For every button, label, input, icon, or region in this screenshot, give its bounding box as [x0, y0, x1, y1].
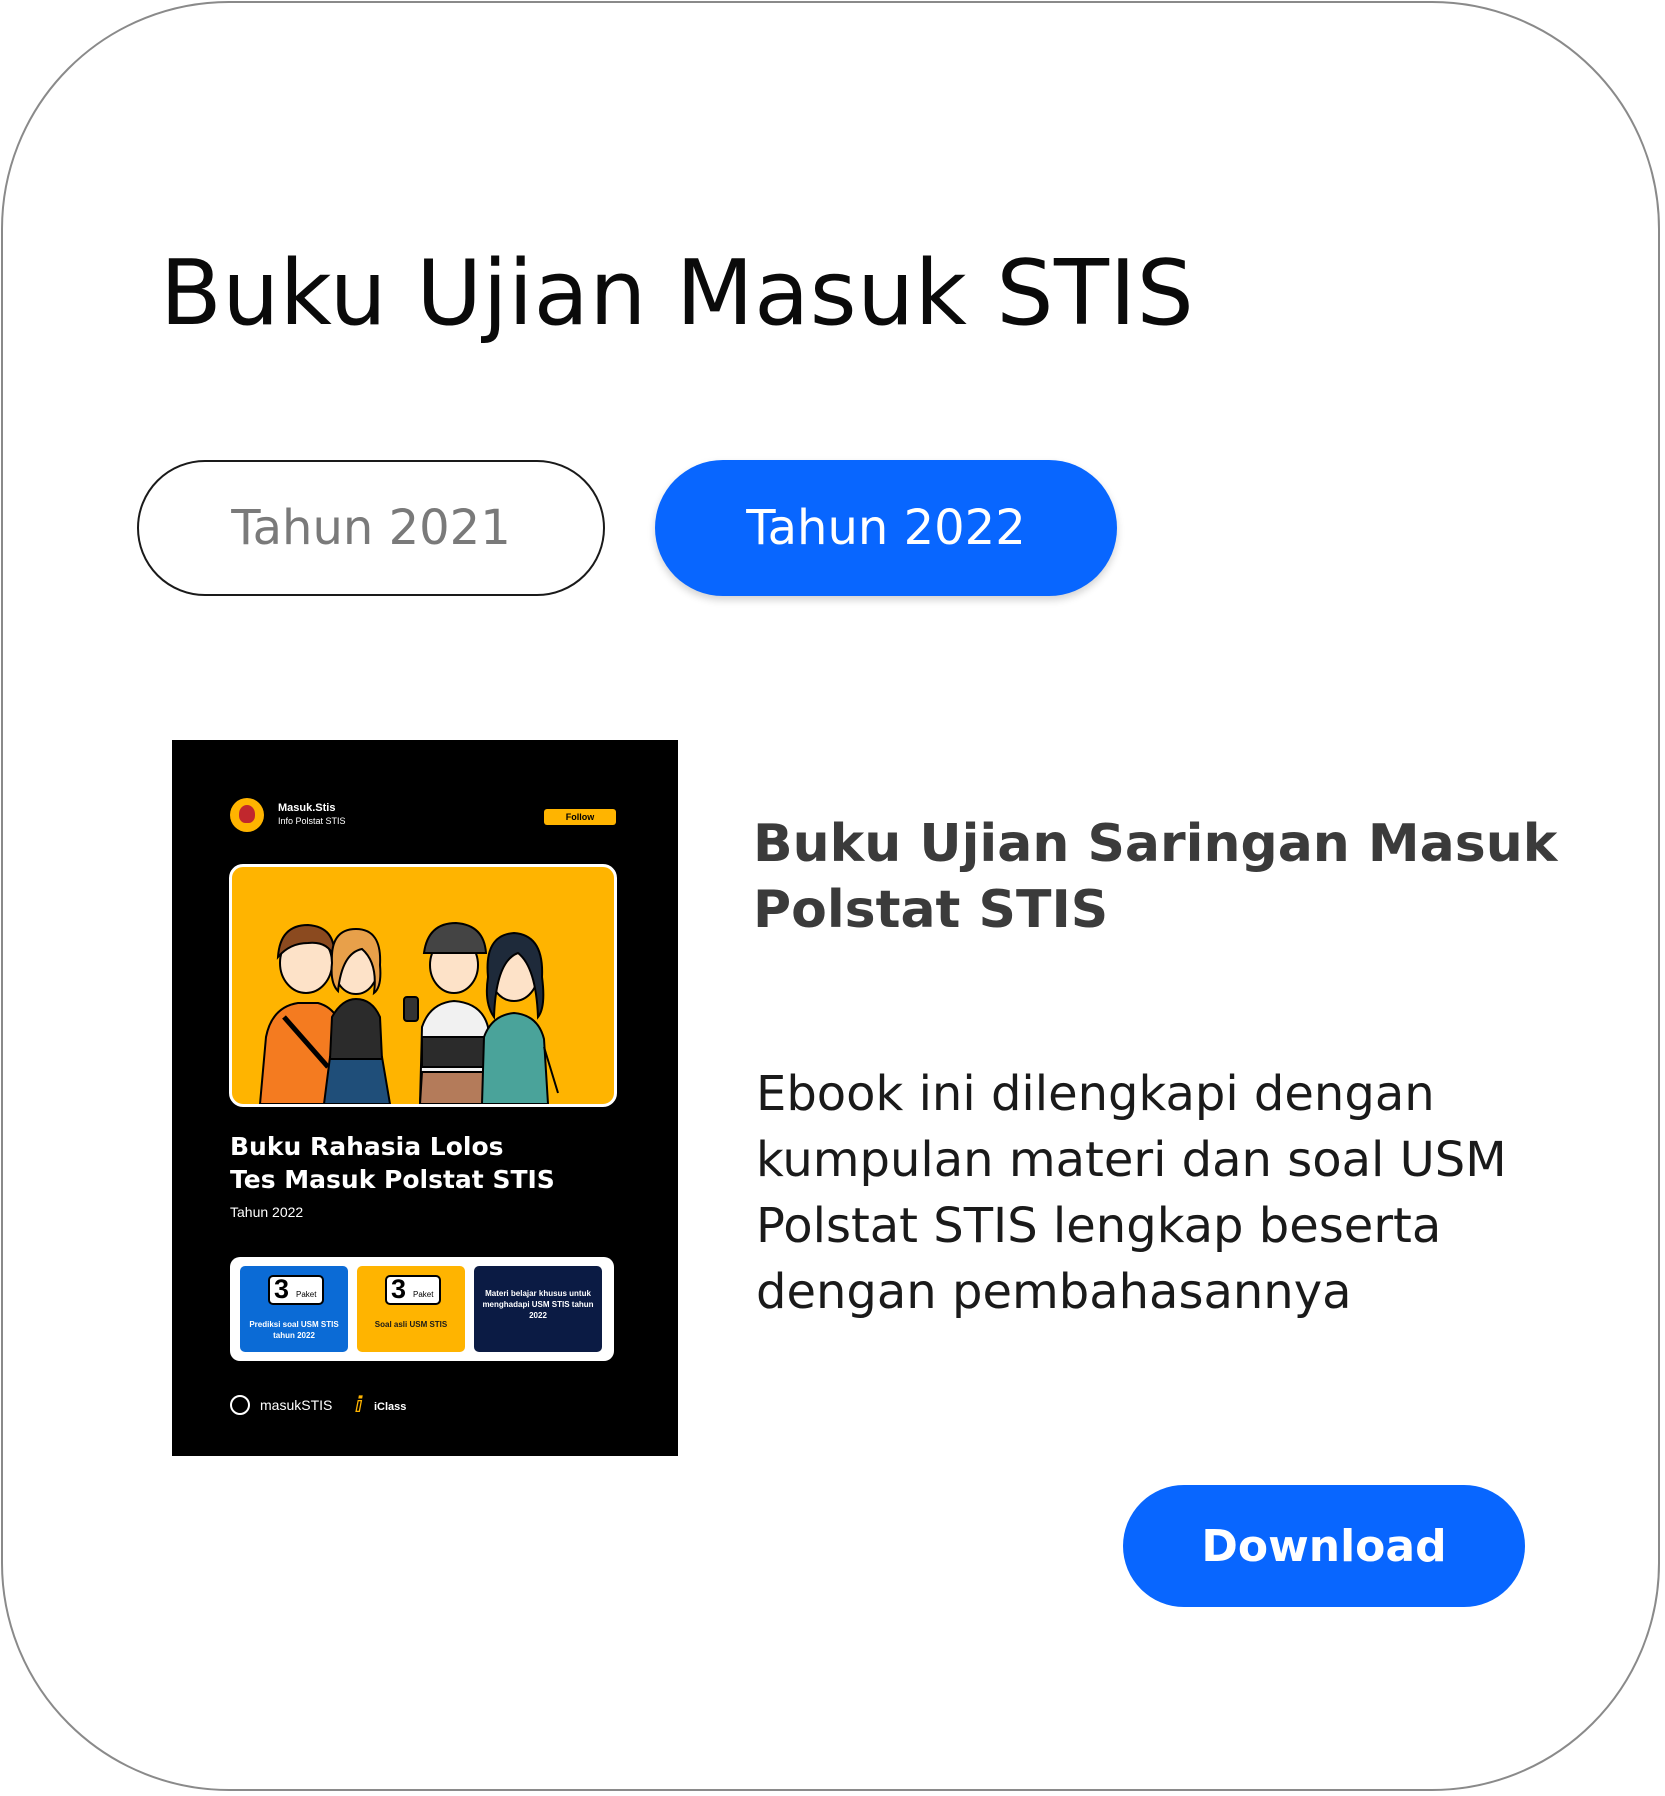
- tab-2022[interactable]: Tahun 2022: [655, 460, 1117, 596]
- cover-book-title: Buku Rahasia Lolos Tes Masuk Polstat STI…: [230, 1130, 650, 1196]
- paket-badge: 3 Paket: [268, 1274, 324, 1305]
- book-title-line: Polstat STIS: [753, 880, 1109, 940]
- book-title-line: Buku Ujian Saringan Masuk: [753, 814, 1558, 874]
- book-description: Ebook ini dilengkapi dengan kumpulan mat…: [756, 1061, 1556, 1325]
- cover-feature-panel: 3 Paket Prediksi soal USM STIS tahun 202…: [230, 1257, 614, 1361]
- paket-unit: Paket: [296, 1290, 317, 1299]
- book-card: Buku Ujian Masuk STIS Tahun 2021 Tahun 2…: [1, 1, 1660, 1791]
- cover-account-name: Masuk.Stis: [278, 802, 336, 814]
- description-line: dengan pembahasannya: [756, 1264, 1352, 1320]
- cover-feature-materi: Materi belajar khusus untuk menghadapi U…: [474, 1266, 602, 1352]
- character-illustration-3: [403, 921, 492, 1104]
- paket-number: 3: [391, 1274, 407, 1304]
- cover-account-sub: Info Polstat STIS: [278, 816, 346, 826]
- book-title: Buku Ujian Saringan Masuk Polstat STIS: [753, 811, 1558, 943]
- page-title: Buku Ujian Masuk STIS: [160, 241, 1195, 346]
- cover-follow-badge: Follow: [544, 809, 616, 825]
- cover-feature-prediksi: 3 Paket Prediksi soal USM STIS tahun 202…: [240, 1266, 348, 1352]
- cover-title-line: Buku Rahasia Lolos: [230, 1132, 504, 1161]
- character-illustration-4: [480, 931, 559, 1104]
- tab-2021[interactable]: Tahun 2021: [137, 460, 605, 596]
- description-line: Polstat STIS lengkap beserta: [756, 1198, 1442, 1254]
- paket-unit: Paket: [413, 1290, 434, 1299]
- cover-brand-masukstis: masukSTIS: [260, 1397, 333, 1413]
- cover-feature-soal-asli: 3 Paket Soal asli USM STIS: [357, 1266, 465, 1352]
- cover-title-line: Tes Masuk Polstat STIS: [230, 1165, 555, 1194]
- download-button[interactable]: Download: [1123, 1485, 1525, 1607]
- description-line: Ebook ini dilengkapi dengan: [756, 1066, 1435, 1122]
- account-avatar: [230, 798, 264, 832]
- character-illustration-2: [322, 927, 392, 1104]
- paket-number: 3: [274, 1274, 290, 1304]
- paket-badge: 3 Paket: [385, 1274, 441, 1305]
- cover-illustration: [229, 864, 617, 1107]
- masukstis-logo-icon: [230, 1395, 250, 1415]
- cover-year: Tahun 2022: [230, 1204, 304, 1220]
- book-cover-image: Masuk.Stis Info Polstat STIS Follow Buku…: [172, 740, 678, 1456]
- feature-text: Soal asli USM STIS: [374, 1320, 448, 1329]
- iclass-logo-icon: ⅈ: [355, 1392, 363, 1417]
- cover-brand-iclass: iClass: [374, 1401, 407, 1413]
- description-line: kumpulan materi dan soal USM: [756, 1132, 1507, 1188]
- feature-text: Prediksi soal USM STIS tahun 2022: [249, 1320, 339, 1340]
- feature-text: Materi belajar khusus untuk menghadapi U…: [482, 1289, 594, 1320]
